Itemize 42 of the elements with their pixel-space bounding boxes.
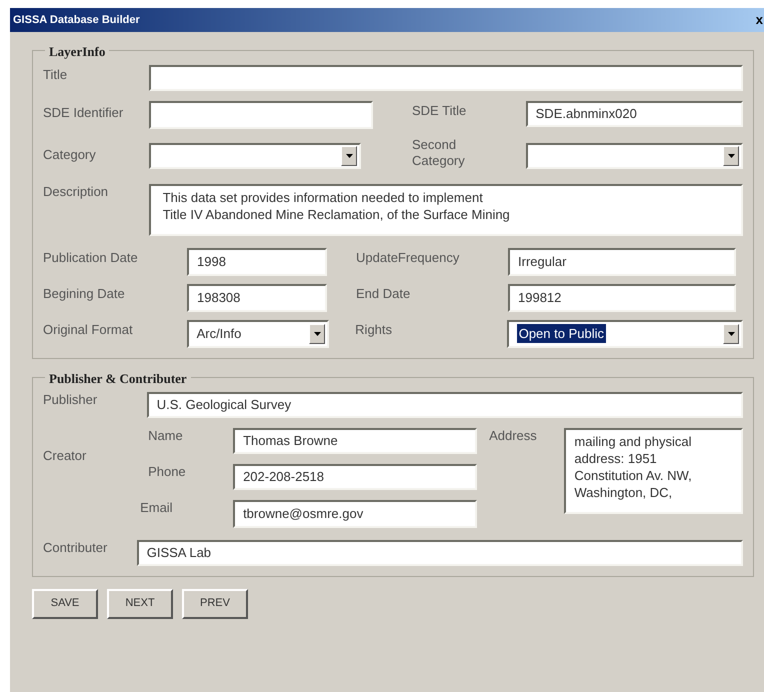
field-label: Title: [43, 66, 68, 84]
field-label: Phone: [148, 464, 187, 480]
text-field[interactable]: Irregular: [508, 248, 736, 276]
dropdown[interactable]: [526, 143, 743, 169]
action-button[interactable]: NEXT: [107, 588, 173, 618]
field-label: Description: [43, 184, 110, 200]
field-label: Creator: [43, 448, 88, 464]
address-field[interactable]: mailing and physical address: 1951 Constitution Av. NW, Washington, DC,: [564, 428, 743, 514]
description-field[interactable]: This data set provides information needed to implement Title IV Abandoned Mine Reclamation, of the Surface Mining: [148, 184, 743, 236]
field-label: Publisher: [43, 392, 98, 408]
dropdown[interactable]: [148, 143, 361, 169]
text-field[interactable]: 1998: [187, 248, 327, 276]
dropdown[interactable]: Open to Public: [506, 320, 744, 348]
field-label: Original Format: [43, 320, 134, 338]
text-field[interactable]: tbrowne@osmre.gov: [233, 500, 478, 528]
action-button[interactable]: SAVE: [32, 588, 98, 618]
text-field[interactable]: Thomas Browne: [233, 428, 478, 454]
field-label: End Date: [356, 284, 412, 302]
close-button[interactable]: x: [756, 10, 764, 30]
window-title: GISSA Database Builder: [13, 12, 140, 28]
text-field[interactable]: 202-208-2518: [233, 464, 478, 490]
field-label: Rights: [355, 320, 394, 338]
field-label: Address: [489, 428, 538, 444]
field-label: Name: [148, 428, 184, 444]
field-label: Category: [43, 146, 97, 164]
field-label: SDE Title: [412, 102, 468, 120]
field-label: Contributer: [43, 540, 108, 556]
text-field[interactable]: GISSA Lab: [136, 540, 743, 566]
text-field[interactable]: SDE.abnminx020: [526, 101, 743, 127]
field-label: Publication Date: [43, 248, 139, 266]
text-field[interactable]: U.S. Geological Survey: [146, 392, 743, 418]
dropdown[interactable]: Arc/Info: [186, 320, 330, 348]
field-label: Email: [140, 500, 174, 516]
action-button[interactable]: PREV: [182, 588, 248, 618]
text-field[interactable]: [148, 65, 743, 91]
field-label: SDE Identifier: [43, 104, 124, 122]
field-label: Second Category: [412, 137, 466, 170]
text-field[interactable]: 198308: [187, 284, 327, 312]
field-label: Begining Date: [43, 284, 126, 302]
field-label: UpdateFrequency: [356, 248, 460, 266]
text-field[interactable]: [148, 101, 373, 129]
text-field[interactable]: 199812: [508, 284, 736, 312]
